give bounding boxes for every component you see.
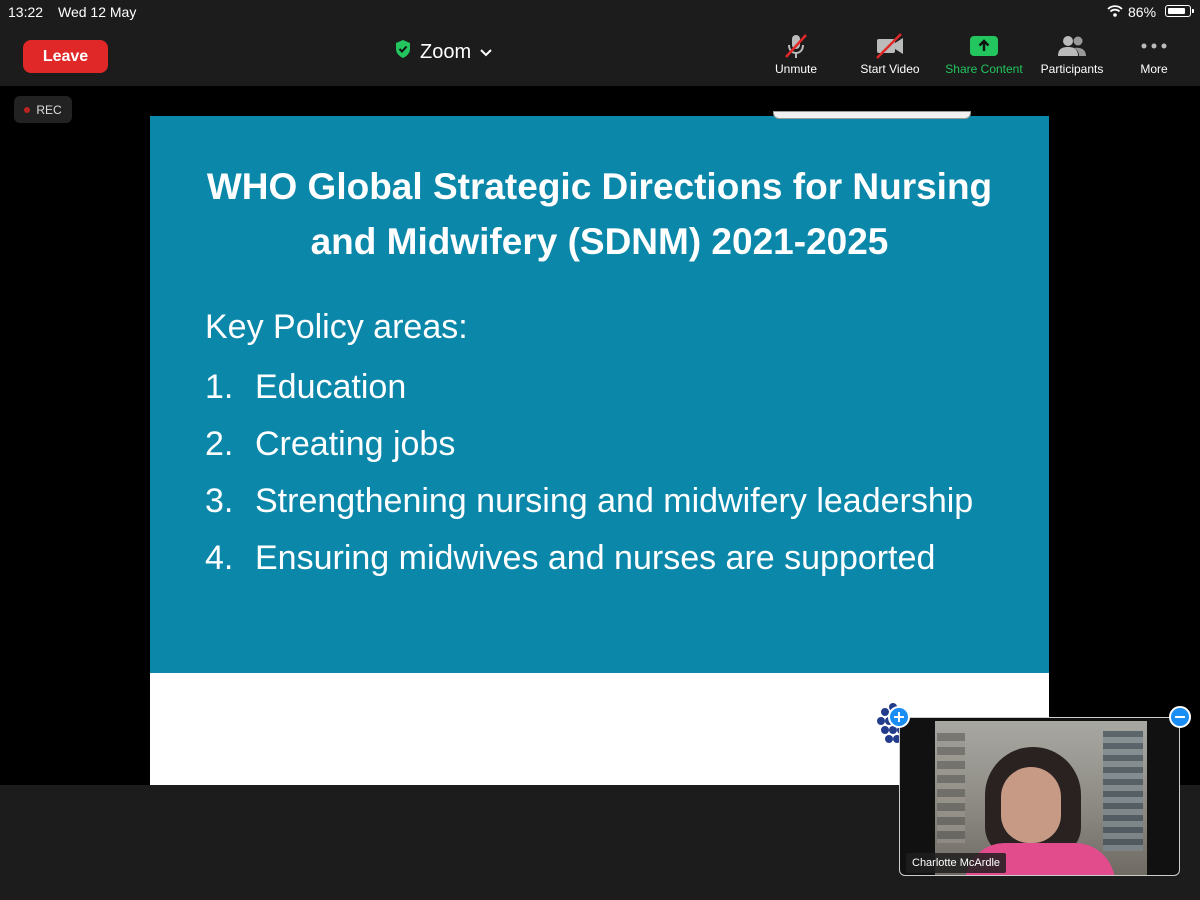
battery-fill — [1168, 8, 1186, 14]
chevron-down-icon — [479, 41, 493, 64]
policy-list: 1. Education 2. Creating jobs 3. Strengt… — [205, 364, 1025, 592]
meeting-title-dropdown[interactable]: Zoom — [394, 40, 493, 64]
record-dot-icon — [24, 106, 31, 113]
share-panel-handle[interactable] — [773, 111, 971, 119]
share-content-label: Share Content — [945, 62, 1023, 76]
shield-check-icon — [394, 39, 412, 65]
battery-percent: 86% — [1128, 4, 1157, 20]
participants-icon — [1026, 32, 1118, 60]
recording-indicator: REC — [14, 96, 72, 123]
status-date: Wed 12 May — [58, 4, 137, 20]
leave-button[interactable]: Leave — [23, 40, 108, 73]
participants-label: Participants — [1040, 62, 1104, 76]
shared-screen-slide: WHO Global Strategic Directions for Nurs… — [150, 116, 1049, 785]
expand-video-button[interactable] — [888, 706, 910, 728]
slide-subtitle: Key Policy areas: — [205, 308, 468, 346]
minimize-video-button[interactable] — [1169, 706, 1191, 728]
more-button[interactable]: More — [1108, 32, 1200, 82]
share-content-button[interactable]: Share Content — [938, 32, 1030, 82]
wifi-icon — [1107, 4, 1123, 21]
battery-icon — [1165, 5, 1194, 17]
minus-icon — [1175, 716, 1185, 718]
status-time: 13:22 — [8, 4, 44, 20]
share-screen-icon — [938, 32, 1030, 60]
list-item: 1. Education — [205, 368, 407, 406]
start-video-button[interactable]: Start Video — [844, 32, 936, 82]
participant-video-tile[interactable]: Charlotte McArdle — [899, 717, 1180, 876]
recording-label: REC — [36, 102, 62, 117]
participants-button[interactable]: Participants — [1026, 32, 1118, 82]
list-item: 3. Strengthening nursing and midwifery l… — [205, 482, 974, 520]
participant-name: Charlotte McArdle — [906, 853, 1007, 873]
list-item: 4. Ensuring midwives and nurses are supp… — [205, 539, 936, 577]
unmute-button[interactable]: Unmute — [750, 32, 842, 82]
more-label: More — [1140, 62, 1168, 76]
list-item: 2. Creating jobs — [205, 425, 456, 463]
mic-muted-icon — [750, 32, 842, 60]
video-off-icon — [844, 32, 936, 60]
app-title: Zoom — [420, 40, 472, 63]
unmute-label: Unmute — [774, 62, 818, 76]
start-video-label: Start Video — [860, 62, 920, 76]
slide-content-area: WHO Global Strategic Directions for Nurs… — [150, 116, 1049, 673]
status-bar: 13:22 Wed 12 May 86% — [0, 0, 1200, 24]
meeting-toolbar: Leave Zoom Unmute Start Video Share Cont… — [0, 24, 1200, 86]
slide-title: WHO Global Strategic Directions for Nurs… — [206, 166, 993, 262]
plus-icon — [894, 712, 904, 722]
more-dots-icon — [1108, 32, 1200, 60]
video-feed — [935, 721, 1147, 875]
